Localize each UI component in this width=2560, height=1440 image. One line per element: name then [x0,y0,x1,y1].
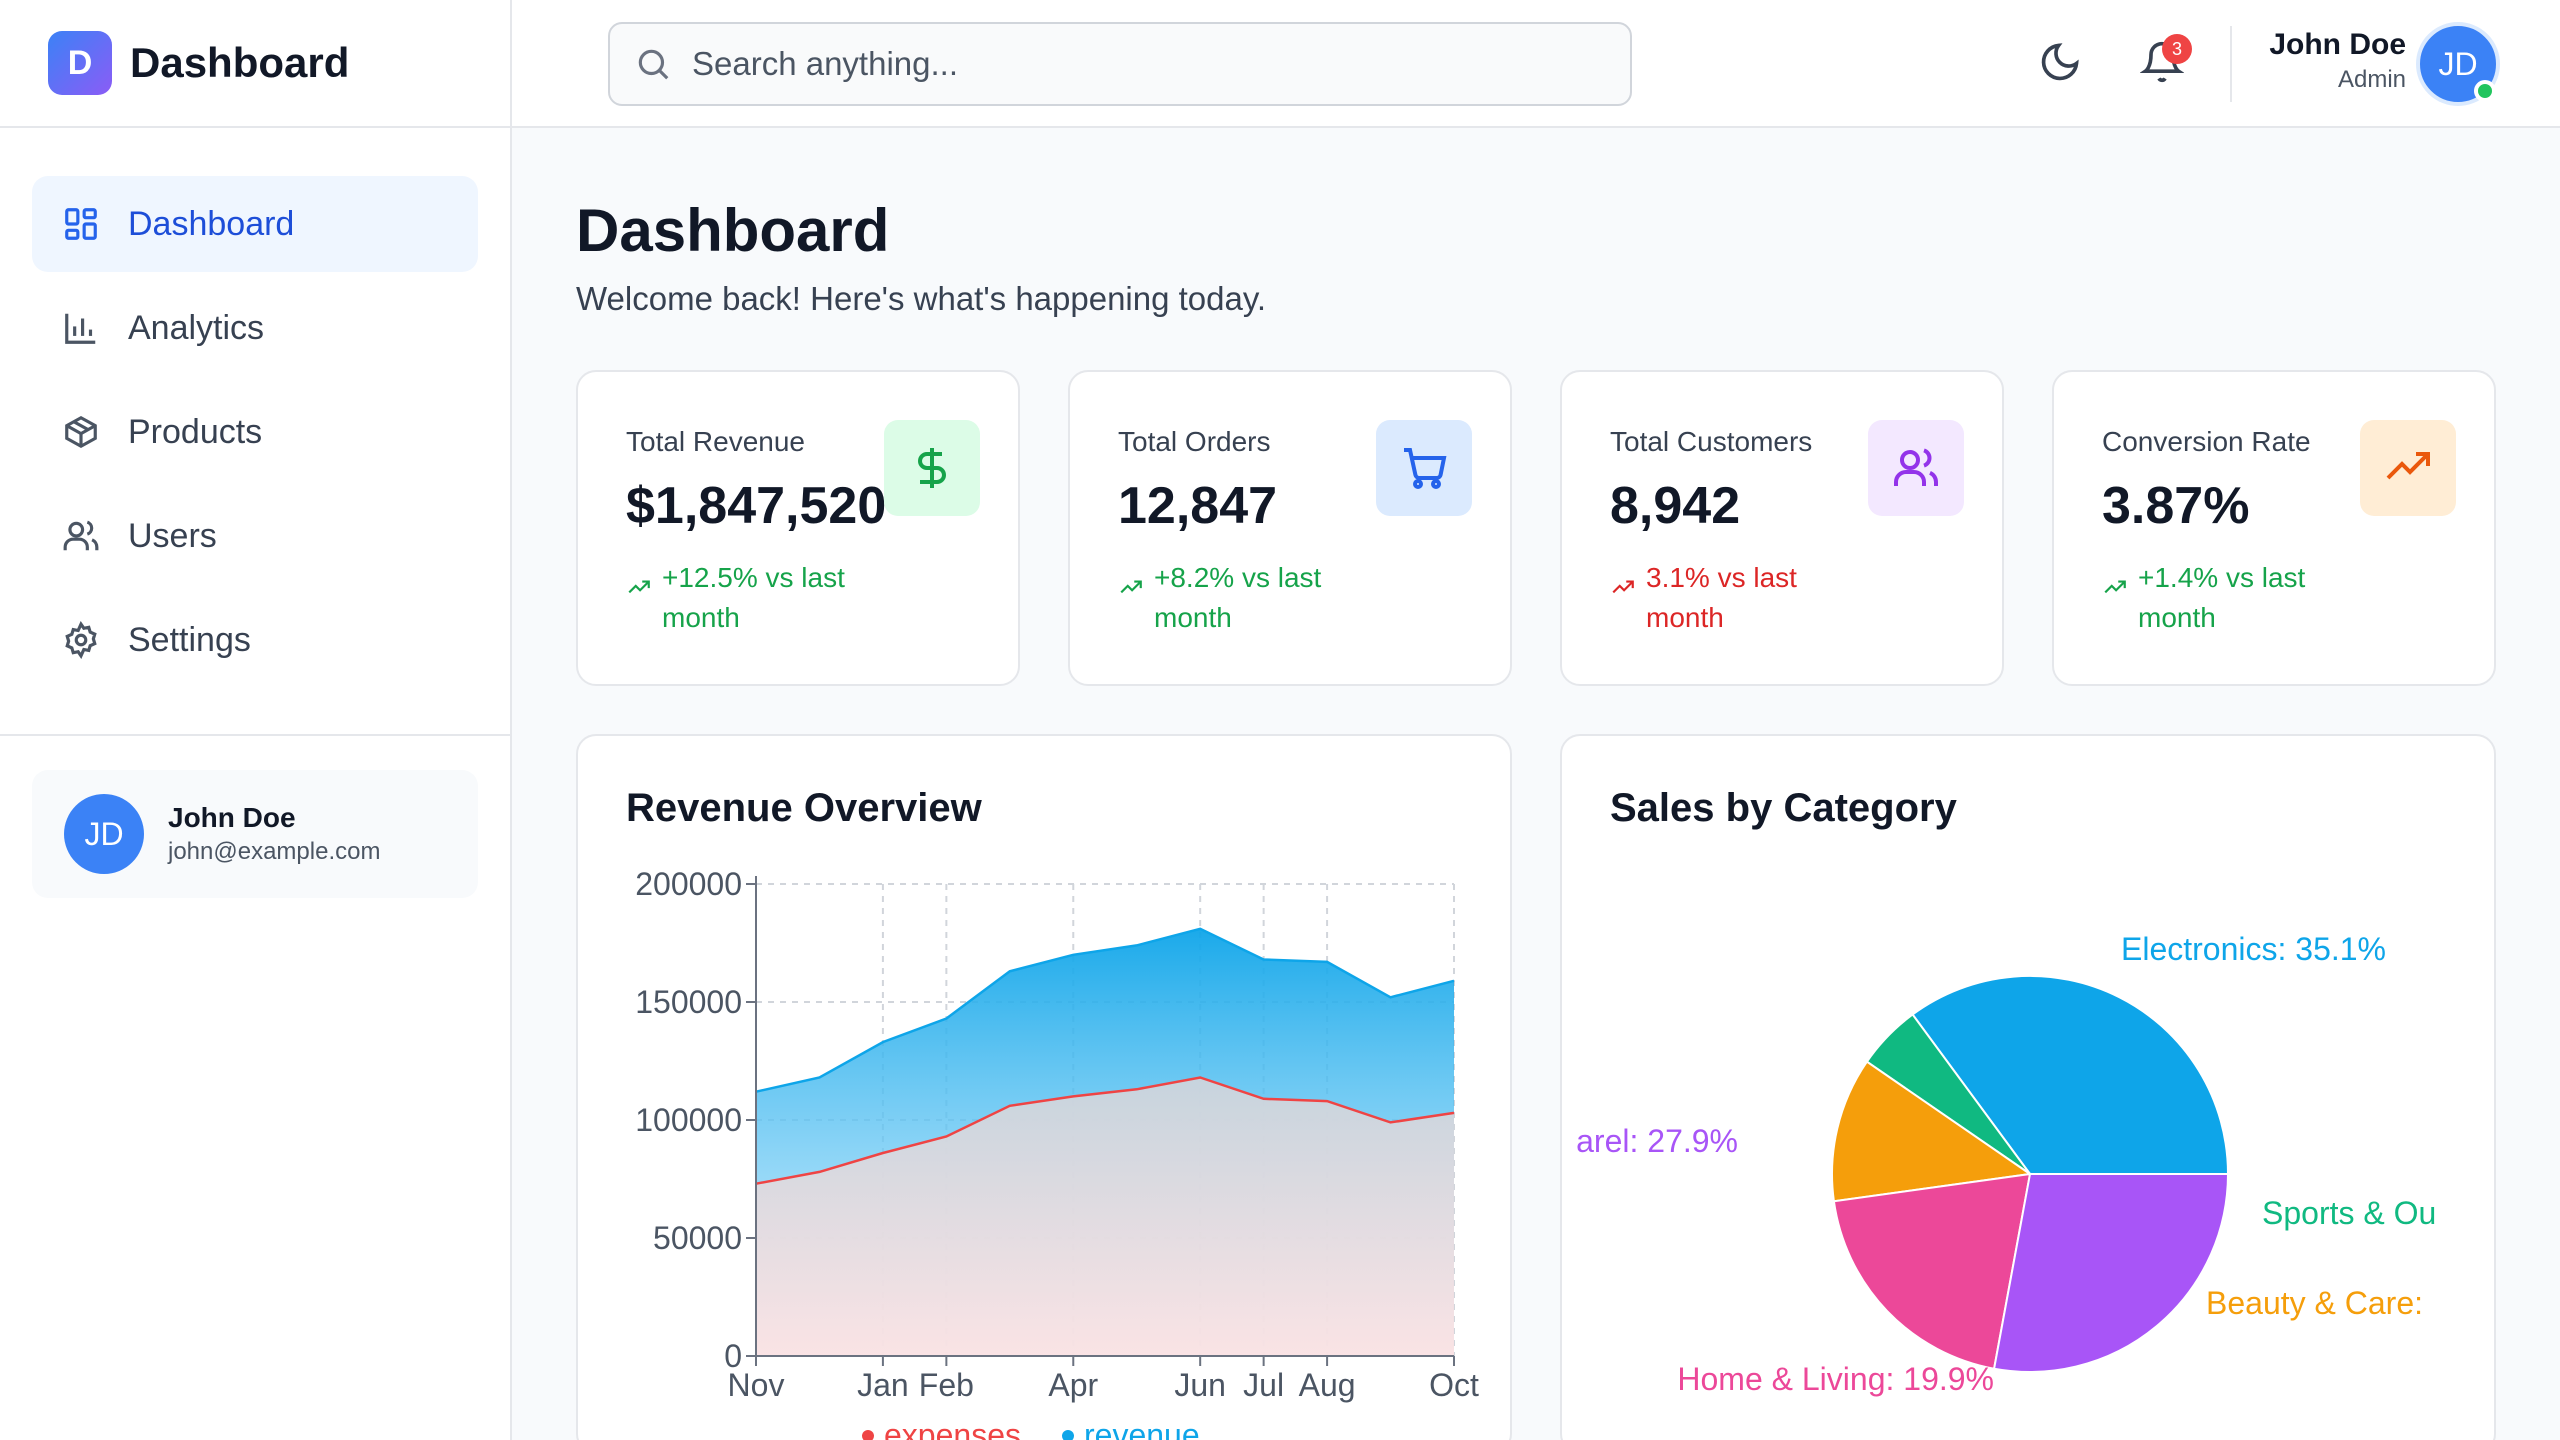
search-input[interactable] [692,45,1592,83]
pie-slice-label: Electronics: 35.1% [2121,931,2386,967]
x-tick-label: Aug [1299,1367,1356,1403]
trend-icon [1612,580,1634,594]
stat-label: Total Orders [1118,426,1271,457]
header-divider [2230,26,2232,102]
sales-by-category-panel: Sales by Category Electronics: 35.1% Spor… [1560,734,2496,1440]
stat-value: 12,847 [1118,477,1278,535]
brand-name[interactable]: Dashboard [130,39,349,87]
top-header: 3 John Doe Admin JD [512,0,2560,128]
sidebar-item-dashboard[interactable]: Dashboard [32,176,478,272]
x-tick-label: Feb [919,1367,974,1403]
pie-slice-label: Sports & Ou [2262,1195,2436,1231]
stat-change-text: +1.4% vs last month [2138,562,2306,633]
stat-icon-box [884,420,980,516]
stat-icon-box [2360,420,2456,516]
sidebar-item-label: Analytics [128,308,265,347]
trend-up-icon [628,580,650,594]
moon-icon[interactable] [2038,40,2082,84]
sidebar-item-products[interactable]: Products [32,384,478,480]
bar-chart-icon [65,313,96,344]
online-status-dot [2474,80,2496,102]
pie-slice-label: arel: 27.9% [1576,1123,1738,1159]
y-tick-label: 50000 [653,1220,742,1256]
notification-badge: 3 [2162,34,2192,64]
stat-value: 3.87% [2102,477,2250,535]
sidebar-user-email: john@example.com [168,838,381,865]
sidebar-item-label: Dashboard [128,204,295,243]
stat-change: 3.1% vs last month [1610,558,1876,638]
stat-value: $1,847,520 [626,477,887,535]
sidebar-item-label: Products [128,412,263,451]
stat-card-orders: Total Orders 12,847 +8.2% vs last month [1068,370,1512,686]
stat-change-text: 3.1% vs last month [1646,562,1797,633]
stat-card-customers: Total Customers 8,942 3.1% vs last month [1560,370,2004,686]
legend-label: expenses [884,1417,1021,1440]
x-tick-label: Jun [1174,1367,1226,1403]
stat-change: +1.4% vs last month [2102,558,2368,638]
sidebar-item-users[interactable]: Users [32,488,478,584]
sidebar-nav: Dashboard Analytics Products Users Setti… [0,128,510,736]
page-subtitle: Welcome back! Here's what's happening to… [576,280,1267,317]
stat-change-text: +12.5% vs last month [662,562,845,633]
sidebar-item-label: Users [128,516,217,555]
stat-icon-box [1868,420,1964,516]
sidebar: D Dashboard Dashboard Analytics Products… [0,0,512,1440]
category-pie-chart: Electronics: 35.1% Sports & Ou Beauty & Ca… [1576,931,2436,1397]
revenue-overview-panel: Revenue Overview 0 50000 100000 150000 20000… [576,734,1512,1440]
stat-label: Conversion Rate [2102,426,2311,457]
x-tick-label: Jul [1243,1367,1284,1403]
legend-marker [1062,1430,1074,1440]
x-tick-label: Nov [728,1367,785,1403]
y-tick-label: 200000 [635,866,742,902]
page-title: Dashboard [576,197,890,264]
avatar: JD [64,794,144,874]
x-tick-label: Jan [857,1367,909,1403]
stat-change-text: +8.2% vs last month [1154,562,1322,633]
revenue-area-chart: 050000100000150000200000Nov Jan Feb Apr Jun J… [635,866,1479,1440]
header-user-info[interactable]: John Doe Admin [2269,28,2406,94]
sidebar-user-name: John Doe [168,802,296,833]
x-tick-label: Oct [1429,1367,1479,1403]
brand: D Dashboard [0,0,510,128]
y-tick-label: 100000 [635,1102,742,1138]
pie-slice-label: Home & Living: 19.9% [1677,1361,1994,1397]
stat-label: Total Revenue [626,426,806,457]
users-icon [63,520,99,551]
dollar-icon [918,448,946,488]
stat-card-conversion: Conversion Rate 3.87% +1.4% vs last mont… [2052,370,2496,686]
box-icon [65,415,97,449]
y-tick-label: 150000 [635,984,742,1020]
stat-label: Total Customers [1610,426,1813,457]
users-icon [1894,448,1939,486]
pie-group: Electronics: 35.1% Sports & Ou Beauty & Ca… [1576,931,2436,1397]
grid-icon [65,208,97,240]
header-user-role: Admin [2337,66,2406,93]
pie-slice-label: Beauty & Care: [2206,1285,2423,1321]
legend-marker [862,1430,874,1440]
trend-up-icon [2104,580,2126,594]
header-user-name: John Doe [2269,28,2406,61]
trend-up-icon [1120,580,1142,594]
sidebar-user-info: John Doe john@example.com [168,802,380,866]
legend-label: revenue [1084,1417,1200,1440]
cart-icon [1404,448,1447,489]
sidebar-item-label: Settings [128,620,251,659]
stat-icon-box [1376,420,1472,516]
stat-value: 8,942 [1610,477,1741,535]
search-box[interactable] [608,22,1632,106]
sidebar-user-card[interactable]: JD John Doe john@example.com [32,770,478,898]
trending-up-icon [2386,452,2430,480]
brand-logo[interactable]: D [48,31,112,95]
pie-slice [1992,1173,2230,1373]
sidebar-item-analytics[interactable]: Analytics [32,280,478,376]
gear-icon [65,621,97,659]
search-icon [638,49,669,80]
sidebar-item-settings[interactable]: Settings [32,592,478,688]
stat-change: +8.2% vs last month [1118,558,1384,638]
x-tick-label: Apr [1048,1367,1098,1403]
stat-change: +12.5% vs last month [626,558,892,638]
stat-card-revenue: Total Revenue $1,847,520 +12.5% vs last … [576,370,1020,686]
